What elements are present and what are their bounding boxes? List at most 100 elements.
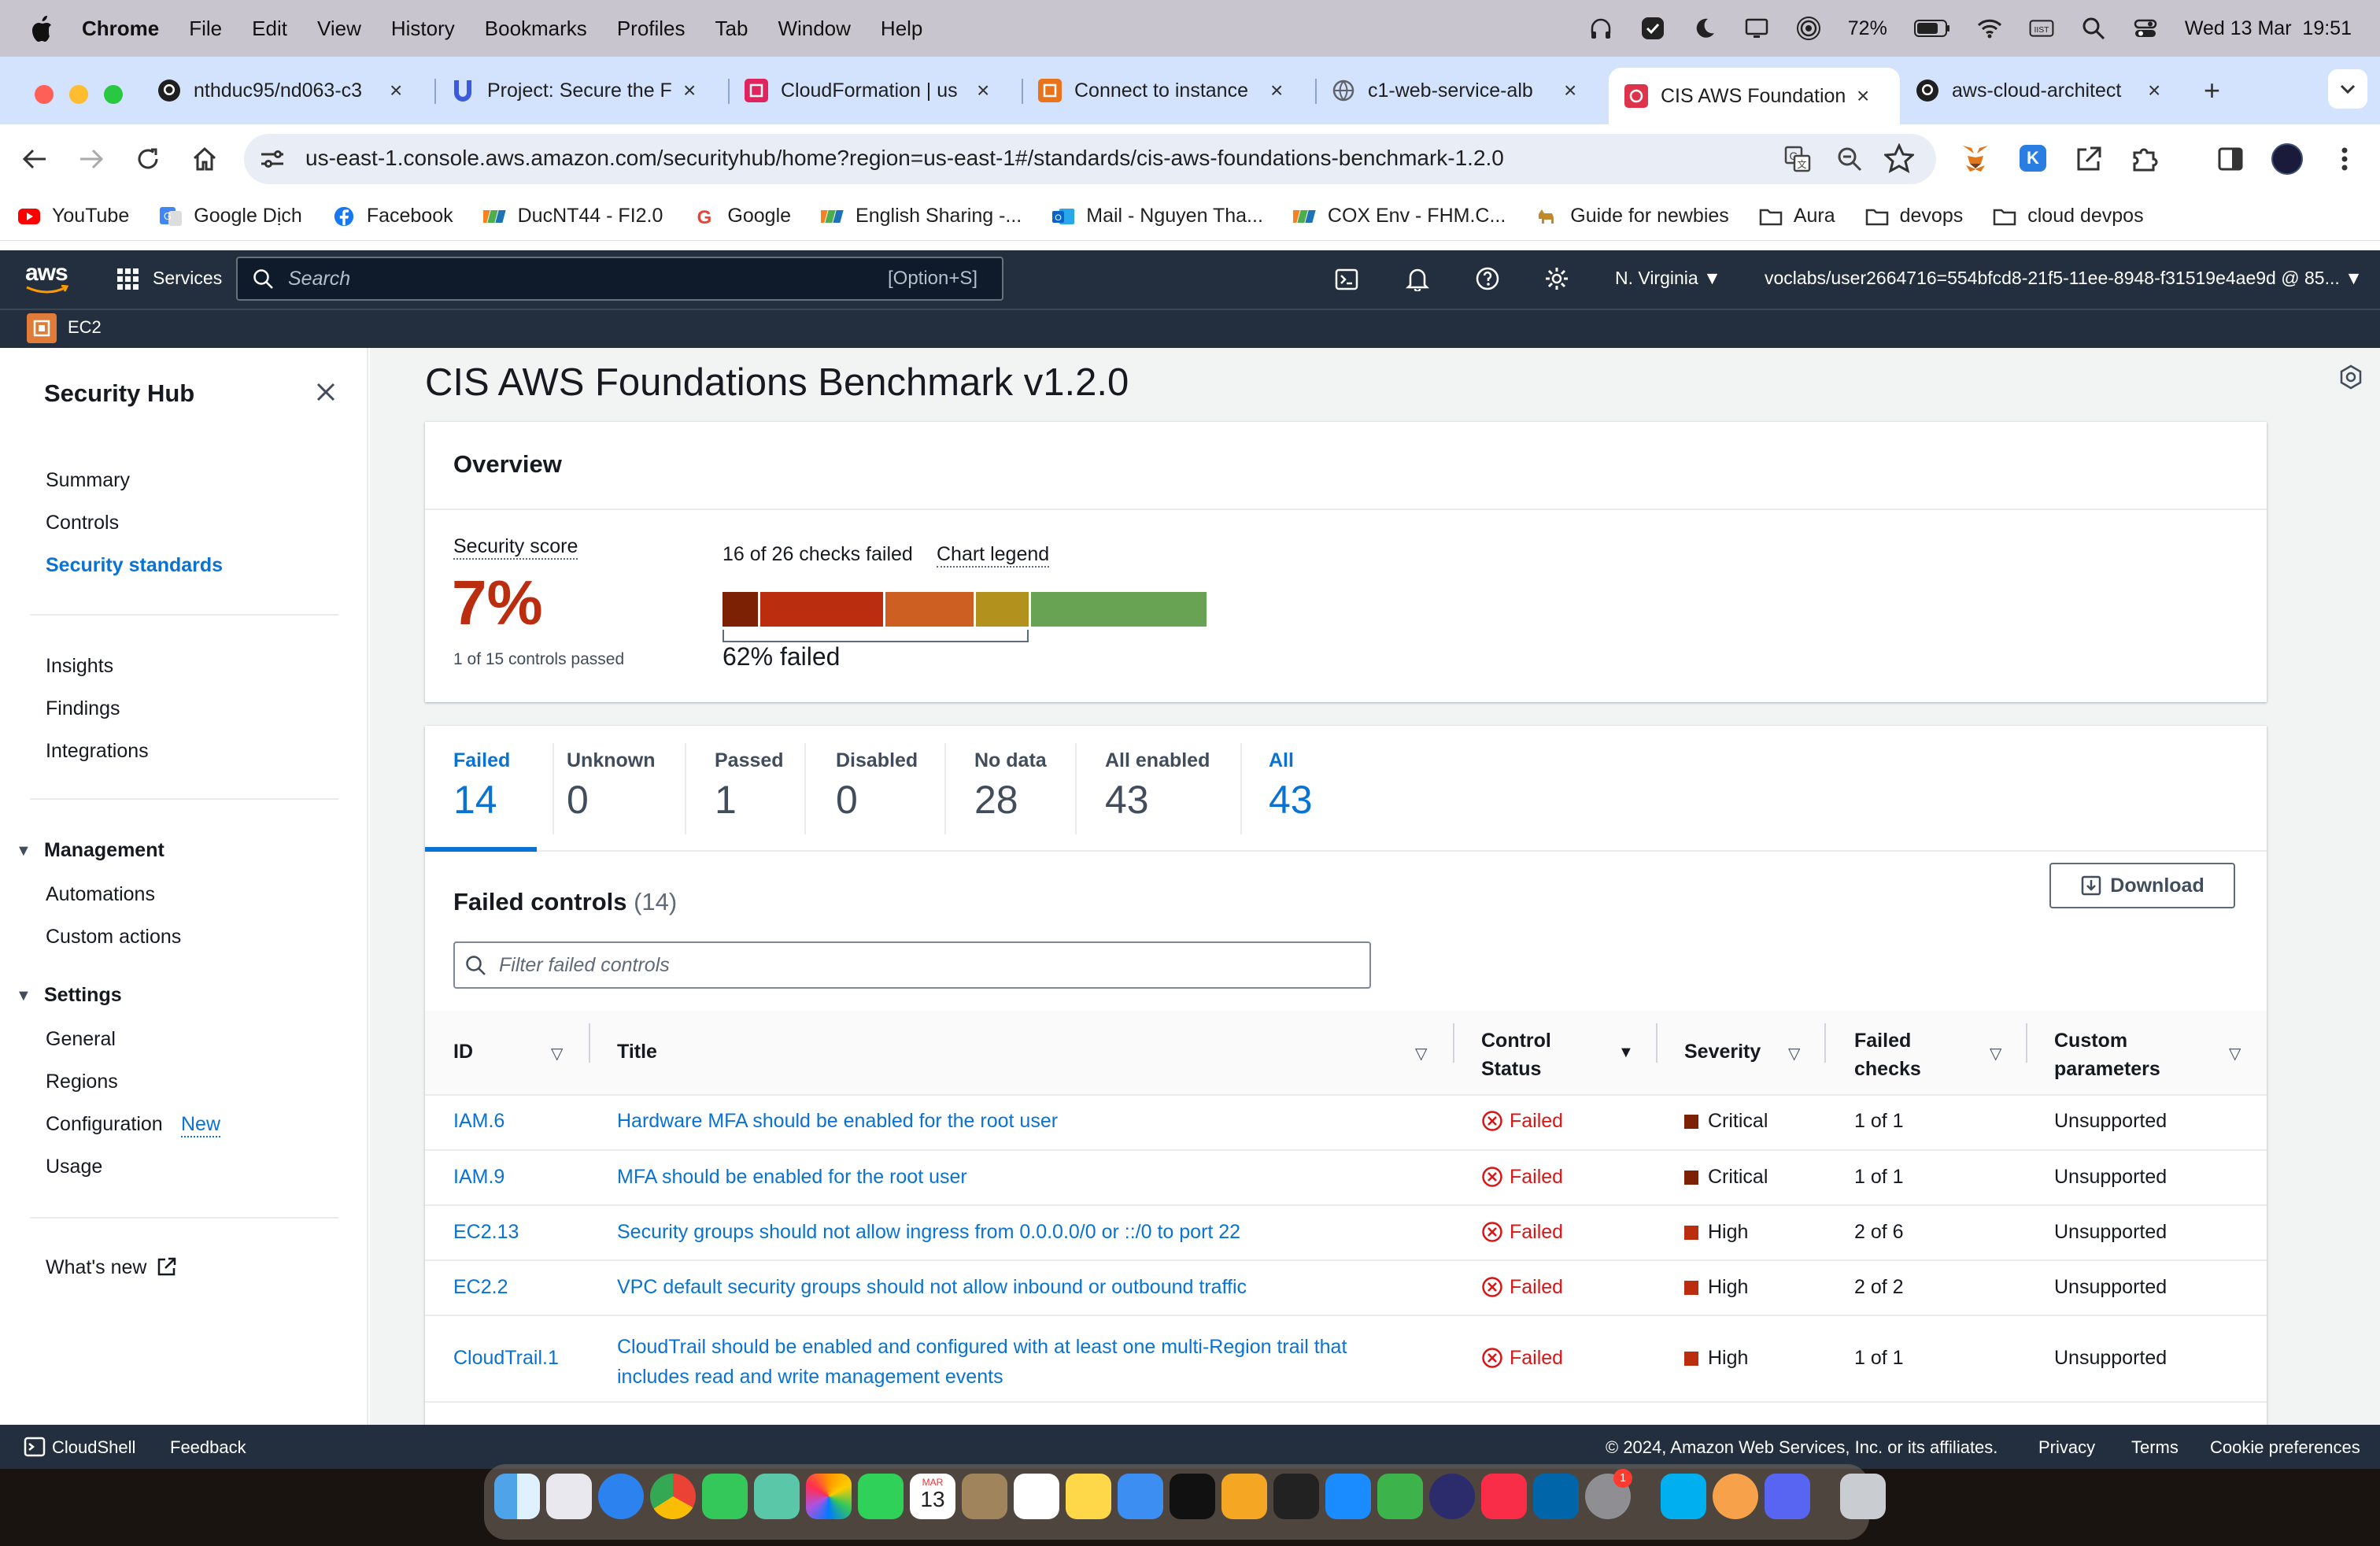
bookmark-facebook[interactable]: Facebook xyxy=(332,205,453,227)
column-header-custom-parameters[interactable]: Custom parameters xyxy=(2054,1026,2180,1083)
menu-app-name[interactable]: Chrome xyxy=(82,17,159,41)
control-title-link[interactable]: Hardware MFA should be enabled for the r… xyxy=(617,1110,1058,1133)
input-source-icon[interactable]: IIST xyxy=(2029,16,2054,41)
facetime-icon[interactable] xyxy=(858,1474,904,1519)
footer-privacy[interactable]: Privacy xyxy=(2038,1437,2095,1458)
control-title-link[interactable]: CloudTrail should be enabled and configu… xyxy=(617,1332,1347,1392)
control-title-link[interactable]: VPC default security groups should not a… xyxy=(617,1276,1247,1299)
extensions-puzzle-icon[interactable] xyxy=(2130,145,2158,173)
reminders-icon[interactable] xyxy=(1014,1474,1059,1519)
extension-k-icon[interactable]: K xyxy=(2020,145,2046,172)
sidebar-item-security-standards[interactable]: Security standards xyxy=(46,554,223,577)
sort-icon[interactable]: ▽ xyxy=(1415,1044,1427,1063)
menu-bookmarks[interactable]: Bookmarks xyxy=(485,17,587,41)
menu-help[interactable]: Help xyxy=(881,17,922,41)
tab-all[interactable]: All 43 xyxy=(1269,749,1313,823)
menu-file[interactable]: File xyxy=(189,17,222,41)
account-menu[interactable]: voclabs/user2664716=554bfcd8-21f5-11ee-8… xyxy=(1765,268,2363,289)
tab-web-service-alb[interactable]: c1-web-service-alb × xyxy=(1332,68,1576,113)
security-score-label[interactable]: Security score xyxy=(453,535,578,560)
cloudshell-icon[interactable] xyxy=(24,1436,46,1458)
window-minimize-button[interactable] xyxy=(69,85,88,104)
menu-edit[interactable]: Edit xyxy=(252,17,287,41)
sort-icon[interactable]: ▽ xyxy=(2229,1044,2241,1063)
sort-icon[interactable]: ▽ xyxy=(551,1044,563,1063)
aws-logo[interactable]: aws xyxy=(25,260,68,287)
menu-view[interactable]: View xyxy=(317,17,361,41)
discord-icon[interactable] xyxy=(1765,1474,1810,1519)
forward-arrow-icon[interactable] xyxy=(77,146,105,172)
footer-feedback[interactable]: Feedback xyxy=(170,1437,246,1458)
sidebar-item-whats-new[interactable]: What's new xyxy=(46,1256,177,1279)
side-panel-icon[interactable] xyxy=(2216,145,2245,173)
trash-icon[interactable] xyxy=(1840,1474,1886,1519)
cloud-app-icon[interactable] xyxy=(1377,1474,1423,1519)
menu-profiles[interactable]: Profiles xyxy=(617,17,686,41)
reload-icon[interactable] xyxy=(134,145,162,173)
translate-icon[interactable]: G文 xyxy=(1783,145,1812,173)
launchpad-icon[interactable] xyxy=(546,1474,592,1519)
bookmark-guide-for-newbies[interactable]: Guide for newbies xyxy=(1536,205,1729,227)
caret-down-icon[interactable]: ▼ xyxy=(16,987,31,1005)
sidebar-section-management[interactable]: Management xyxy=(44,839,164,862)
services-grid-icon[interactable] xyxy=(116,268,140,291)
zoom-icon[interactable] xyxy=(1835,145,1864,173)
tab-aws-cloud-architect[interactable]: aws-cloud-architect × xyxy=(1916,68,2160,113)
tab-disabled[interactable]: Disabled 0 xyxy=(836,749,918,823)
calendar-icon[interactable]: MAR 13 xyxy=(910,1474,955,1519)
bookmark-folder-devops[interactable]: devops xyxy=(1865,205,1963,227)
tab-cloudformation[interactable]: CloudFormation | us × xyxy=(745,68,989,113)
sidebar-section-settings[interactable]: Settings xyxy=(44,984,122,1007)
tab-close-icon[interactable]: × xyxy=(2148,78,2160,103)
tab-passed[interactable]: Passed 1 xyxy=(715,749,784,823)
ec2-favorite-icon[interactable] xyxy=(27,313,57,343)
bookmark-ducnt44[interactable]: DucNT44 - FI2.0 xyxy=(482,205,663,227)
help-icon[interactable] xyxy=(1475,266,1500,291)
footer-cookie-preferences[interactable]: Cookie preferences xyxy=(2210,1437,2360,1458)
contacts-icon[interactable] xyxy=(962,1474,1007,1519)
control-id-link[interactable]: IAM.6 xyxy=(453,1110,504,1133)
control-id-link[interactable]: CloudTrail.1 xyxy=(453,1347,559,1370)
bookmark-folder-aura[interactable]: Aura xyxy=(1759,205,1835,227)
notes-icon[interactable] xyxy=(1066,1474,1111,1519)
bookmark-google[interactable]: G Google xyxy=(693,205,791,227)
photos-icon[interactable] xyxy=(806,1474,852,1519)
control-id-link[interactable]: EC2.2 xyxy=(453,1276,508,1299)
close-icon[interactable] xyxy=(315,381,337,403)
airdrop-icon[interactable] xyxy=(1796,16,1821,41)
ec2-favorite-label[interactable]: EC2 xyxy=(68,317,102,338)
url-text[interactable]: us-east-1.console.aws.amazon.com/securit… xyxy=(305,146,1504,171)
music-icon[interactable] xyxy=(1481,1474,1527,1519)
tab-failed[interactable]: Failed 14 xyxy=(453,749,510,823)
display-icon[interactable] xyxy=(1744,16,1769,41)
battery-icon[interactable] xyxy=(1913,19,1950,38)
apple-tv-icon[interactable] xyxy=(1170,1474,1215,1519)
terminal-icon[interactable] xyxy=(1273,1474,1319,1519)
caret-down-icon[interactable]: ▼ xyxy=(16,842,31,860)
tab-close-icon[interactable]: × xyxy=(390,78,402,103)
sidebar-item-configuration[interactable]: Configuration xyxy=(46,1113,163,1136)
openvpn-icon[interactable] xyxy=(1713,1474,1758,1519)
new-tab-button[interactable]: + xyxy=(2204,74,2220,107)
sidebar-item-automations[interactable]: Automations xyxy=(46,883,155,906)
notifications-bell-icon[interactable] xyxy=(1406,266,1429,291)
moon-icon[interactable] xyxy=(1692,16,1717,41)
metamask-icon[interactable] xyxy=(1960,143,1991,173)
control-title-link[interactable]: MFA should be enabled for the root user xyxy=(617,1166,967,1189)
bookmark-folder-cloud-devpos[interactable]: cloud devpos xyxy=(1993,205,2144,227)
maps-icon[interactable] xyxy=(754,1474,800,1519)
column-header-severity[interactable]: Severity xyxy=(1684,1041,1761,1063)
download-button[interactable]: Download xyxy=(2049,863,2235,908)
tab-close-icon[interactable]: × xyxy=(977,78,989,103)
sidebar-item-insights[interactable]: Insights xyxy=(46,655,113,678)
wifi-icon[interactable] xyxy=(1977,16,2002,41)
control-title-link[interactable]: Security groups should not allow ingress… xyxy=(617,1221,1240,1244)
footer-terms[interactable]: Terms xyxy=(2131,1437,2179,1458)
menu-tab[interactable]: Tab xyxy=(715,17,748,41)
back-arrow-icon[interactable] xyxy=(20,146,49,172)
tab-no-data[interactable]: No data 28 xyxy=(974,749,1047,823)
window-close-button[interactable] xyxy=(35,85,54,104)
mail-icon[interactable] xyxy=(1118,1474,1163,1519)
tab-github-nd063[interactable]: nthduc95/nd063-c3 × xyxy=(157,68,402,113)
sort-active-icon[interactable]: ▼ xyxy=(1618,1044,1634,1062)
